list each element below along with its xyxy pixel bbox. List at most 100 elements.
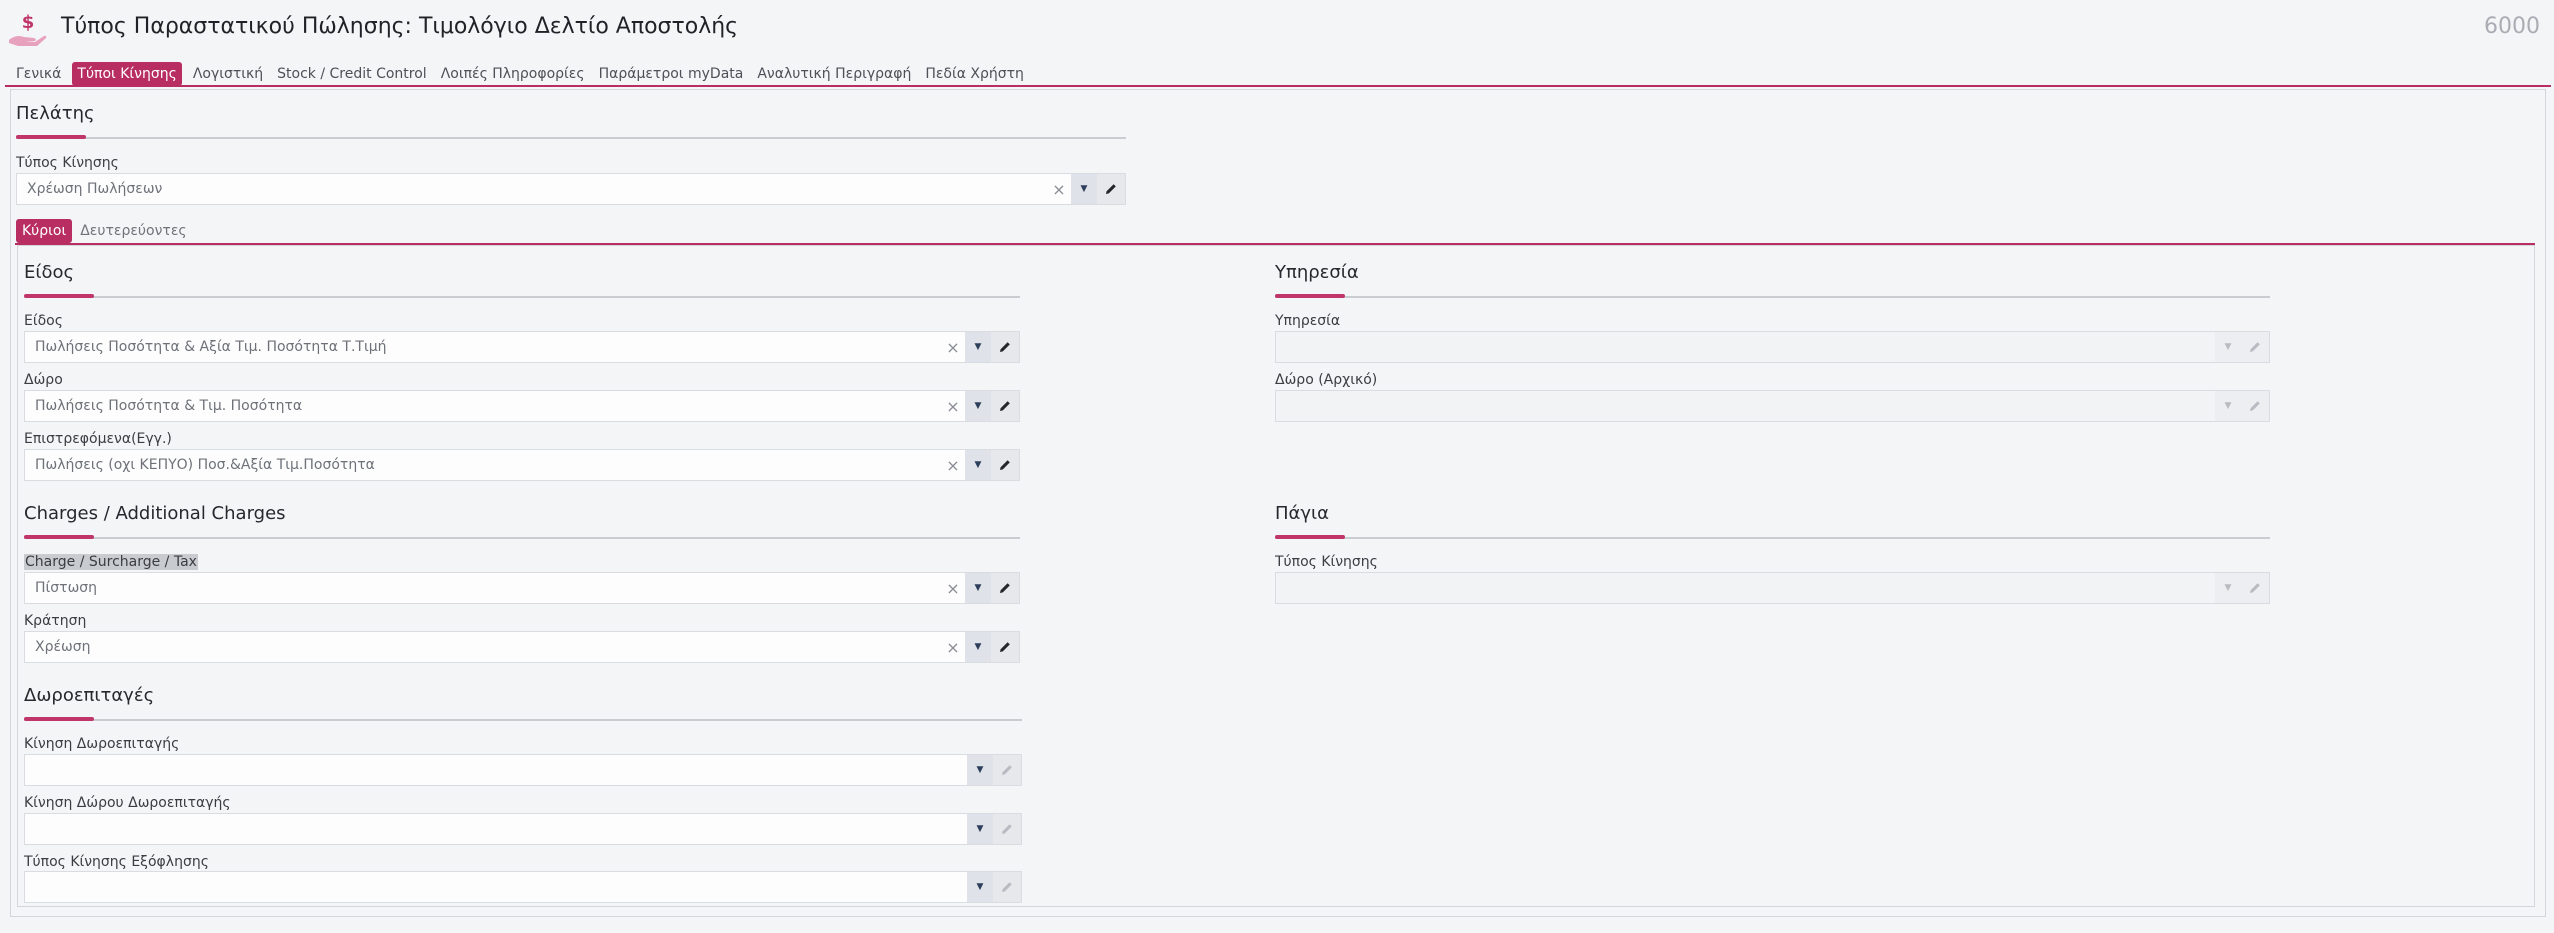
hand-dollar-icon: $: [6, 10, 50, 50]
returns-field[interactable]: Πωλήσεις (οχι ΚΕΠΥΟ) Ποσ.&Αξία Τιμ.Ποσότ…: [24, 449, 1020, 481]
dropdown-arrow-icon[interactable]: ▼: [965, 332, 991, 362]
dropdown-arrow-icon[interactable]: ▼: [965, 391, 991, 421]
clear-icon[interactable]: ×: [941, 450, 965, 480]
field-value: Πίστωση: [35, 580, 98, 596]
withholding-field[interactable]: Χρέωση × ▼: [24, 631, 1020, 663]
tab-secondary[interactable]: Δευτερεύοντες: [74, 219, 192, 243]
dropdown-arrow-icon[interactable]: ▼: [965, 573, 991, 603]
charge-surcharge-tax-field[interactable]: Πίστωση × ▼: [24, 572, 1020, 604]
service-field[interactable]: ▼: [1275, 331, 2270, 363]
fixed-asset-movement-type-field[interactable]: ▼: [1275, 572, 2270, 604]
field-value: Πωλήσεις (οχι ΚΕΠΥΟ) Ποσ.&Αξία Τιμ.Ποσότ…: [35, 457, 375, 473]
field-value: [1276, 573, 2215, 603]
tab-general[interactable]: Γενικά: [13, 62, 64, 86]
dropdown-arrow-icon[interactable]: ▼: [2215, 332, 2241, 362]
gift-voucher-movement-field[interactable]: ▼: [24, 754, 1022, 786]
field-value: Χρέωση: [35, 639, 91, 655]
section-accent: [1275, 294, 1345, 298]
pencil-icon[interactable]: [993, 814, 1021, 844]
fixed-assets-section-title: Πάγια: [1275, 503, 1330, 524]
item-field[interactable]: Πωλήσεις Ποσότητα & Αξία Τιμ. Ποσότητα Τ…: [24, 331, 1020, 363]
service-section-title: Υπηρεσία: [1275, 262, 1359, 283]
dropdown-arrow-icon[interactable]: ▼: [2215, 573, 2241, 603]
settlement-movement-type-label: Τύπος Κίνησης Εξόφλησης: [24, 854, 209, 870]
pencil-icon[interactable]: [993, 755, 1021, 785]
top-tabs: Γενικά Τύποι Κίνησης Λογιστική Stock / C…: [13, 61, 1035, 86]
dropdown-arrow-icon[interactable]: ▼: [965, 450, 991, 480]
pencil-icon[interactable]: [2241, 573, 2269, 603]
clear-icon[interactable]: ×: [941, 632, 965, 662]
inner-tabs: Κύριοι Δευτερεύοντες: [16, 218, 195, 244]
settlement-movement-type-field[interactable]: ▼: [24, 871, 1022, 903]
tab-mydata-params[interactable]: Παράμετροι myData: [596, 62, 747, 86]
gift-field[interactable]: Πωλήσεις Ποσότητα & Τιμ. Ποσότητα × ▼: [24, 390, 1020, 422]
gift-voucher-movement-label: Κίνηση Δωροεπιταγής: [24, 736, 180, 752]
dropdown-arrow-icon[interactable]: ▼: [2215, 391, 2241, 421]
section-divider: [16, 137, 1126, 139]
dropdown-arrow-icon[interactable]: ▼: [967, 872, 993, 902]
gift-label: Δώρο: [24, 372, 63, 388]
fixed-asset-movement-type-label: Τύπος Κίνησης: [1275, 554, 1378, 570]
dropdown-arrow-icon[interactable]: ▼: [967, 814, 993, 844]
clear-icon[interactable]: ×: [1047, 174, 1071, 204]
field-value: [25, 872, 967, 902]
section-divider: [1275, 296, 2270, 298]
section-accent: [16, 135, 86, 139]
field-value: [25, 814, 967, 844]
pencil-icon[interactable]: [991, 450, 1019, 480]
section-accent: [24, 717, 94, 721]
field-value: Πωλήσεις Ποσότητα & Αξία Τιμ. Ποσότητα Τ…: [35, 339, 387, 355]
section-divider: [1275, 537, 2270, 539]
section-accent: [1275, 535, 1345, 539]
gift-voucher-gift-movement-label: Κίνηση Δώρου Δωροεπιταγής: [24, 795, 231, 811]
gift-voucher-gift-movement-field[interactable]: ▼: [24, 813, 1022, 845]
tabs-divider: [5, 85, 2551, 87]
field-value: Πωλήσεις Ποσότητα & Τιμ. Ποσότητα: [35, 398, 303, 414]
section-accent: [24, 535, 94, 539]
clear-icon[interactable]: ×: [941, 332, 965, 362]
tab-primary[interactable]: Κύριοι: [16, 219, 73, 243]
dropdown-arrow-icon[interactable]: ▼: [967, 755, 993, 785]
section-divider: [24, 296, 1020, 298]
pencil-icon[interactable]: [1097, 174, 1125, 204]
charge-surcharge-tax-label: Charge / Surcharge / Tax: [24, 554, 198, 570]
charges-section-title: Charges / Additional Charges: [24, 503, 286, 524]
clear-icon[interactable]: ×: [941, 573, 965, 603]
svg-text:$: $: [22, 12, 35, 33]
page-title: Τύπος Παραστατικού Πώλησης: Τιμολόγιο Δε…: [61, 14, 739, 39]
field-value: [1276, 332, 2215, 362]
section-divider: [24, 719, 1022, 721]
item-section-title: Είδος: [24, 262, 75, 283]
pencil-icon[interactable]: [991, 573, 1019, 603]
clear-icon[interactable]: ×: [941, 391, 965, 421]
field-value: Χρέωση Πωλήσεων: [27, 181, 163, 197]
pencil-icon[interactable]: [2241, 391, 2269, 421]
dropdown-arrow-icon[interactable]: ▼: [965, 632, 991, 662]
document-code: 6000: [2484, 14, 2540, 39]
dropdown-arrow-icon[interactable]: ▼: [1071, 174, 1097, 204]
tab-accounting[interactable]: Λογιστική: [190, 62, 266, 86]
section-accent: [24, 294, 94, 298]
tab-movement-types[interactable]: Τύποι Κίνησης: [72, 61, 182, 86]
pencil-icon[interactable]: [991, 632, 1019, 662]
customer-movement-type-field[interactable]: Χρέωση Πωλήσεων × ▼: [16, 173, 1126, 205]
section-divider: [24, 537, 1020, 539]
tab-user-fields[interactable]: Πεδία Χρήστη: [922, 62, 1027, 86]
pencil-icon[interactable]: [2241, 332, 2269, 362]
pencil-icon[interactable]: [991, 391, 1019, 421]
item-label: Είδος: [24, 313, 63, 329]
customer-movement-type-label: Τύπος Κίνησης: [16, 155, 119, 171]
initial-gift-label: Δώρο (Αρχικό): [1275, 372, 1378, 388]
gift-vouchers-section-title: Δωροεπιταγές: [24, 685, 155, 706]
pencil-icon[interactable]: [993, 872, 1021, 902]
withholding-label: Κράτηση: [24, 613, 87, 629]
tab-stock-credit-control[interactable]: Stock / Credit Control: [274, 62, 430, 86]
initial-gift-field[interactable]: ▼: [1275, 390, 2270, 422]
customer-section-title: Πελάτης: [16, 103, 95, 124]
tab-other-info[interactable]: Λοιπές Πληροφορίες: [438, 62, 588, 86]
tab-detailed-description[interactable]: Αναλυτική Περιγραφή: [754, 62, 914, 86]
service-label: Υπηρεσία: [1275, 313, 1341, 329]
pencil-icon[interactable]: [991, 332, 1019, 362]
returns-label: Επιστρεφόμενα(Εγγ.): [24, 431, 172, 447]
field-value: [25, 755, 967, 785]
